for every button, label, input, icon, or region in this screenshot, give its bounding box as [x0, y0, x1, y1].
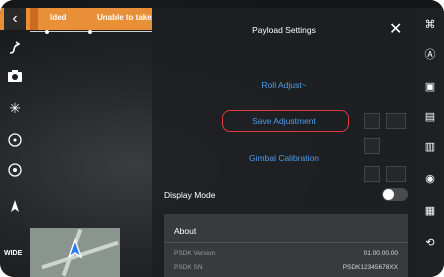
- psdk-version-value: 01.00.00.00: [363, 250, 398, 257]
- gimbal-icon[interactable]: ⟲: [421, 234, 439, 252]
- progress-dot: [45, 30, 49, 34]
- roll-adjust-button[interactable]: Roll Adjust~: [152, 80, 416, 90]
- media-icon[interactable]: ▦: [421, 202, 439, 220]
- expand-icon[interactable]: ⌘: [421, 16, 439, 34]
- status-text-right: Unable to take st: [97, 13, 152, 22]
- status-text-left: lded: [50, 13, 67, 22]
- focus-icon[interactable]: [5, 132, 25, 152]
- psdk-sn-label: PSDK SN: [174, 264, 203, 271]
- panel-title: Payload Settings: [252, 25, 316, 35]
- status-separator: [30, 8, 38, 30]
- flight-path-icon[interactable]: [5, 40, 25, 60]
- save-adjustment-button[interactable]: Save Adjustment: [152, 116, 416, 126]
- divider: [164, 242, 408, 243]
- display-mode-label: Display Mode: [164, 190, 216, 200]
- camera-switch-icon[interactable]: ◉: [421, 170, 439, 188]
- target-icon[interactable]: [5, 162, 25, 182]
- camera-icon[interactable]: [5, 68, 25, 88]
- background-icon: [386, 166, 406, 182]
- auto-mode-icon[interactable]: Ⓐ: [421, 46, 439, 64]
- psdk-version-label: PSDK Version: [174, 250, 216, 257]
- about-heading: About: [174, 226, 197, 236]
- resolution-icon[interactable]: ▤: [421, 108, 439, 126]
- psdk-sn-value: PSDK12345678XX: [342, 264, 398, 271]
- gimbal-calibration-button[interactable]: Gimbal Calibration: [152, 153, 416, 163]
- aircraft-icon[interactable]: [5, 198, 25, 218]
- sparkle-icon[interactable]: ✳: [5, 98, 25, 118]
- background-icon: [364, 138, 380, 154]
- lens-label[interactable]: WIDE: [4, 250, 22, 257]
- display-mode-toggle[interactable]: [382, 188, 408, 201]
- right-toolbar: ⌘ Ⓐ ▣ ▤ ▥ ◉ ▦ ⟲: [416, 8, 444, 277]
- storage-icon[interactable]: ▥: [421, 138, 439, 156]
- left-toolbar: ✳: [0, 36, 30, 277]
- mini-map[interactable]: [30, 228, 120, 277]
- about-section: About PSDK Version 01.00.00.00 PSDK SN P…: [164, 214, 408, 277]
- progress-dot: [88, 30, 92, 34]
- drone-location-icon: [67, 238, 83, 259]
- background-icon: [364, 166, 380, 182]
- back-icon[interactable]: ‹: [4, 8, 26, 30]
- device-frame: ‹ lded Unable to take st ✳ WIDE Pay: [0, 0, 444, 277]
- payload-settings-panel: Payload Settings ✕ Roll Adjust~ Save Adj…: [152, 8, 416, 277]
- battery-icon[interactable]: ▣: [421, 78, 439, 96]
- toggle-knob: [383, 189, 394, 200]
- close-icon[interactable]: ✕: [389, 22, 402, 38]
